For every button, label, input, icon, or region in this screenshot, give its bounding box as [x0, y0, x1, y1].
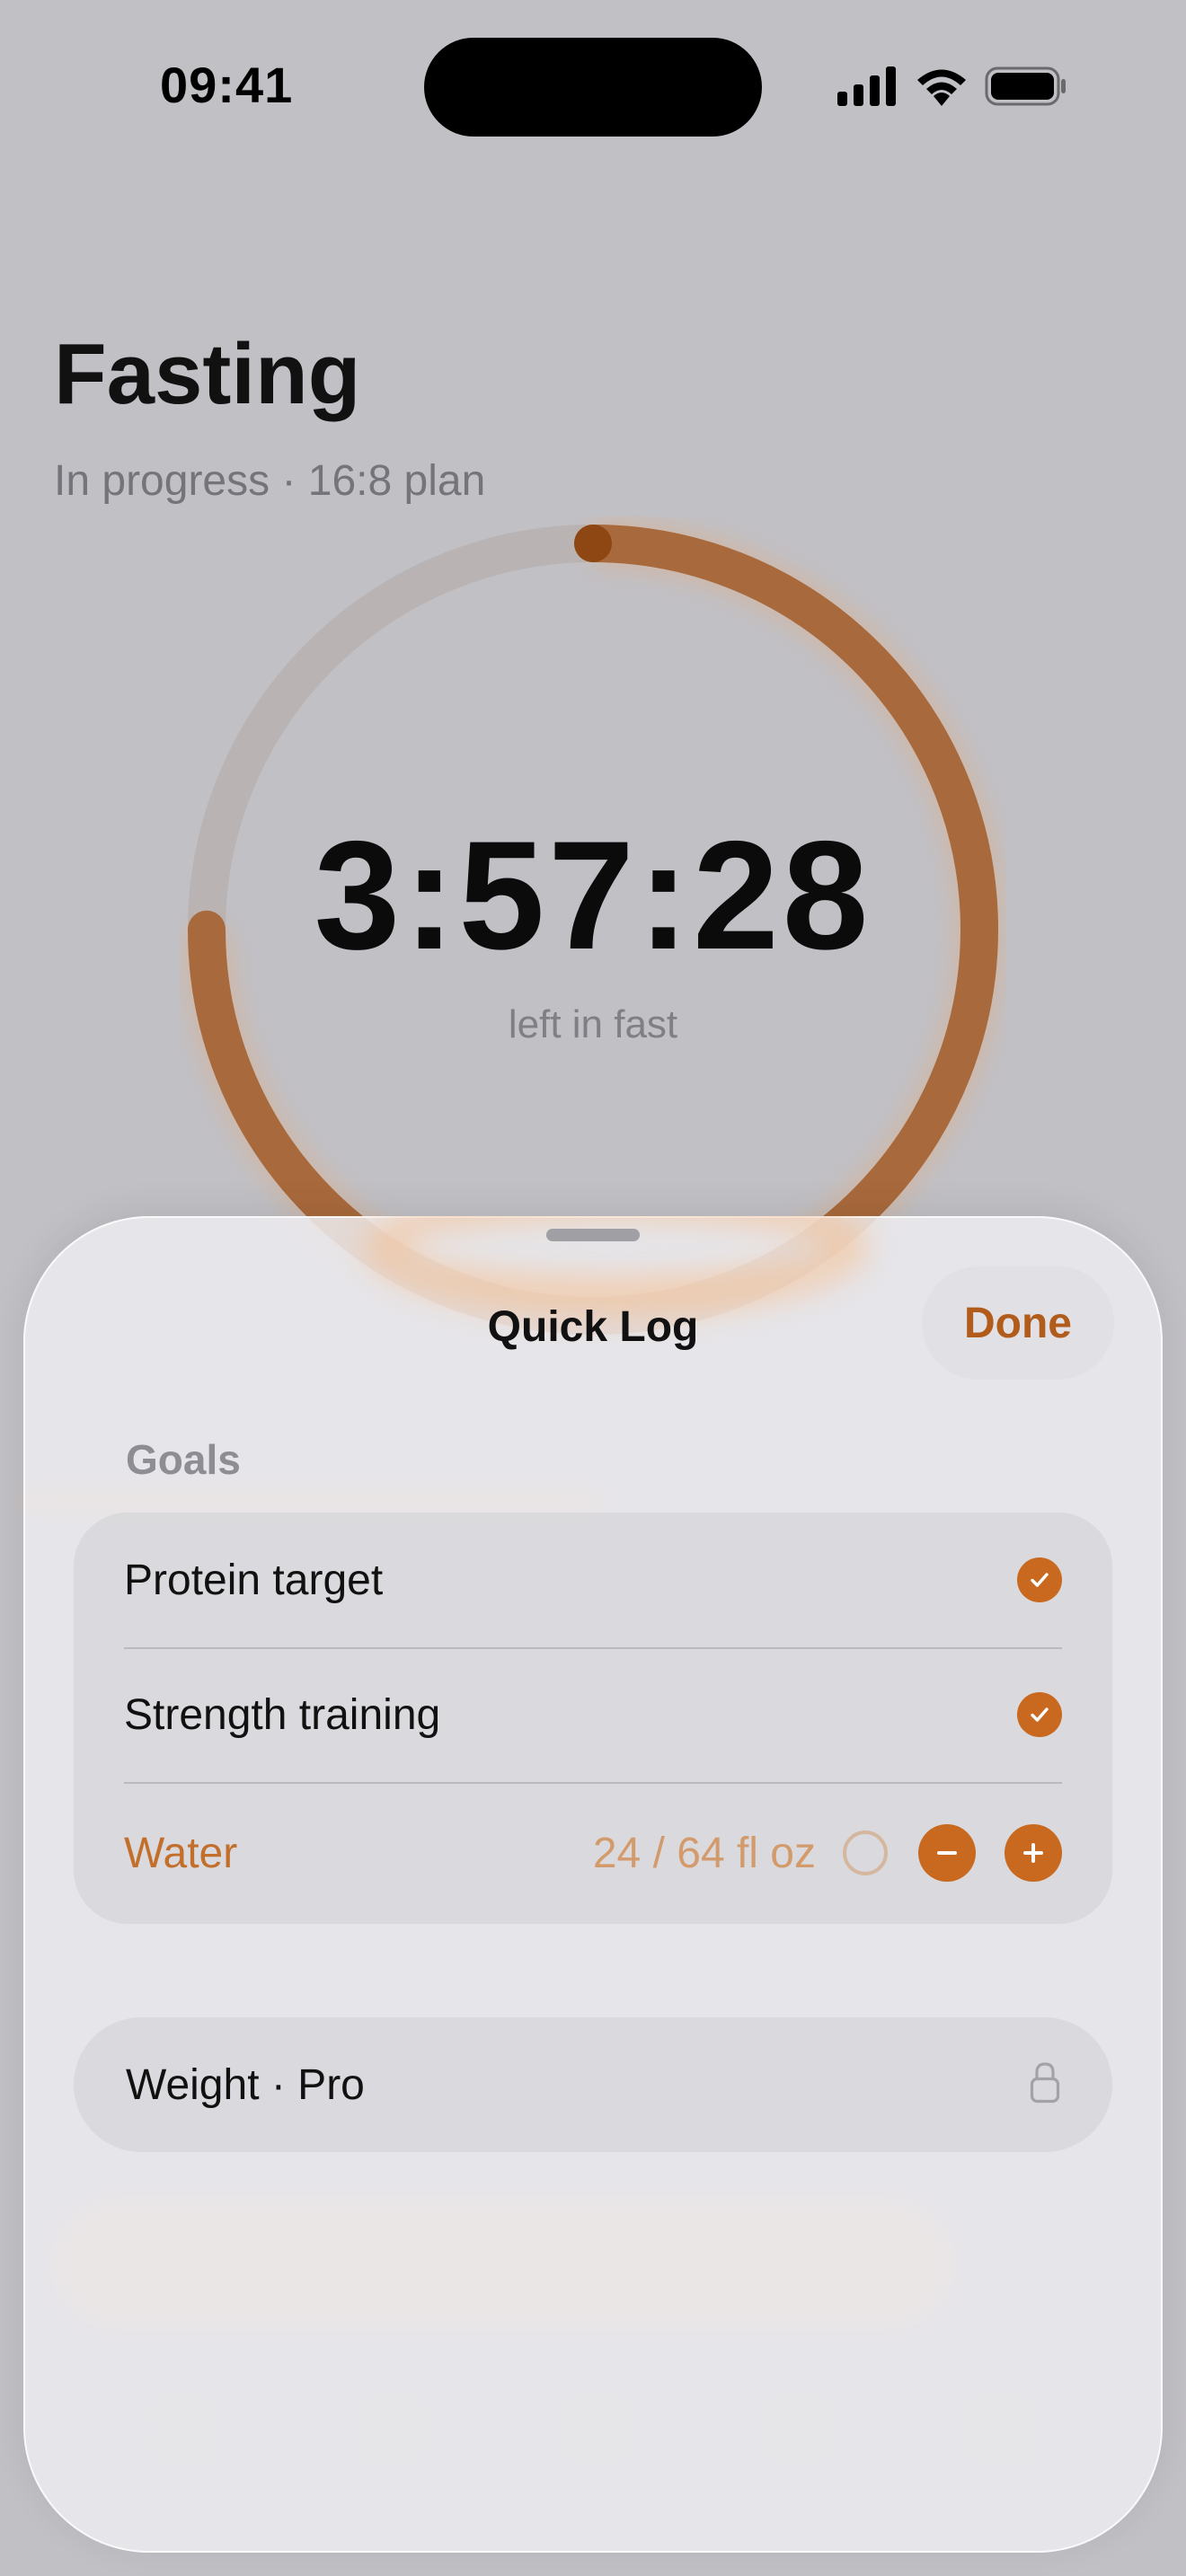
wifi-icon [917, 69, 966, 106]
countdown-timer: 3:57:28 [314, 809, 872, 982]
weight-label: Weight · Pro [126, 2060, 365, 2109]
goals-group: Protein target Strength training Water 2… [74, 1513, 1112, 1924]
page-title: Fasting [54, 326, 361, 422]
dynamic-island [424, 38, 762, 137]
battery-icon [985, 66, 1066, 106]
goal-label: Protein target [124, 1556, 384, 1604]
status-bar: 09:41 [0, 0, 1186, 171]
checkmark-icon[interactable] [1017, 1692, 1062, 1737]
goal-label: Strength training [124, 1690, 441, 1739]
cellular-signal-icon [837, 66, 896, 106]
ring-start-cap [574, 525, 612, 562]
water-status-circle [843, 1831, 888, 1875]
water-label: Water [124, 1829, 238, 1877]
done-button[interactable]: Done [922, 1266, 1114, 1380]
water-increment-button[interactable] [1005, 1824, 1062, 1882]
goals-section-label: Goals [126, 1436, 241, 1483]
plus-icon [1023, 1843, 1043, 1863]
weight-pro-row[interactable]: Weight · Pro [74, 2017, 1112, 2152]
quick-log-sheet: Quick Log Done Goals Protein target Stre… [23, 1216, 1163, 2553]
goal-row-protein[interactable]: Protein target [124, 1513, 1062, 1647]
status-time: 09:41 [160, 57, 294, 113]
lock-icon [1030, 2062, 1060, 2104]
sheet-grabber[interactable] [546, 1229, 640, 1241]
goal-row-strength[interactable]: Strength training [124, 1647, 1062, 1782]
water-value: 24 / 64 fl oz [592, 1829, 816, 1877]
countdown-label: left in fast [508, 1002, 678, 1046]
status-icons [836, 63, 1067, 110]
page-subtitle: In progress · 16:8 plan [54, 457, 486, 505]
water-decrement-button[interactable] [918, 1824, 976, 1882]
checkmark-icon[interactable] [1017, 1557, 1062, 1602]
water-row: Water 24 / 64 fl oz [124, 1782, 1062, 1924]
minus-icon [937, 1851, 957, 1855]
